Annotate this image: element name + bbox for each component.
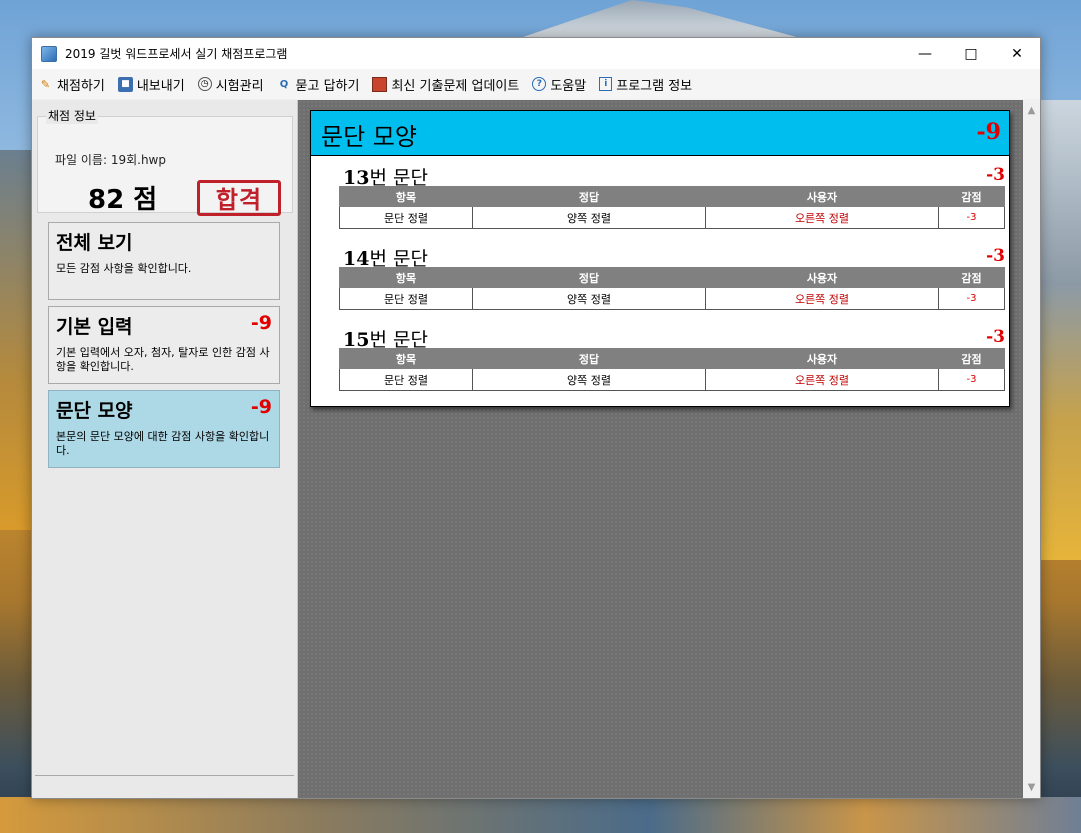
card-overview[interactable]: 전체 보기 모든 감점 사항을 확인합니다.	[48, 222, 280, 300]
table-header-row: 항목 정답 사용자 감점	[339, 186, 1005, 207]
help-icon: ?	[532, 77, 547, 91]
header-answer: 정답	[472, 186, 706, 207]
toolbar-label: 묻고 답하기	[295, 78, 360, 94]
clock-icon: ◷	[197, 77, 212, 91]
header-user: 사용자	[705, 186, 939, 207]
desktop-wallpaper-right	[1039, 100, 1081, 560]
toolbar-exam-manage-button[interactable]: ◷ 시험관리	[197, 75, 264, 94]
desktop-wallpaper-lake	[0, 797, 1081, 833]
toolbar-help-button[interactable]: ? 도움말	[532, 75, 586, 94]
header-item: 항목	[339, 267, 473, 288]
close-button[interactable]: ✕	[994, 38, 1040, 69]
toolbar: ✎ 채점하기 ■ 내보내기 ◷ 시험관리 Q 묻고 답하기 최신 기출문제 업데…	[32, 69, 1040, 99]
card-description: 본문의 문단 모양에 대한 감점 사항을 확인합니다.	[56, 430, 270, 457]
toolbar-info-button[interactable]: i 프로그램 정보	[599, 75, 692, 94]
toolbar-label: 채점하기	[57, 78, 105, 94]
cell-user: 오른쪽 정렬	[705, 368, 939, 391]
score-value: 82 점	[88, 185, 158, 215]
card-description: 모든 감점 사항을 확인합니다.	[56, 262, 192, 275]
table-row: 문단 정렬 양쪽 정렬 오른쪽 정렬 -3	[339, 287, 1005, 310]
vertical-scrollbar[interactable]: ▲ ▼	[1023, 100, 1040, 798]
cell-answer: 양쪽 정렬	[472, 206, 706, 229]
grade-info-group: 파일 이름: 19회.hwp 82 점 합격	[37, 116, 293, 216]
card-title: 전체 보기	[56, 232, 133, 254]
sidebar: 파일 이름: 19회.hwp 82 점 합격 채점 정보 전체 보기 모든 감점…	[32, 100, 298, 798]
toolbar-label: 시험관리	[215, 78, 264, 94]
cell-item: 문단 정렬	[339, 368, 473, 391]
section-points: -3	[986, 327, 1005, 347]
cell-answer: 양쪽 정렬	[472, 368, 706, 391]
title-bar[interactable]: 2019 길벗 워드프로세서 실기 채점프로그램 — □ ✕	[32, 38, 1040, 69]
scroll-down-icon[interactable]: ▼	[1023, 779, 1040, 796]
cell-deduct: -3	[938, 206, 1005, 229]
cell-deduct: -3	[938, 368, 1005, 391]
header-answer: 정답	[472, 348, 706, 369]
panel-title: 문단 모양	[321, 123, 417, 151]
maximize-button[interactable]: □	[948, 38, 994, 69]
gift-icon	[372, 76, 388, 92]
toolbar-qa-button[interactable]: Q 묻고 답하기	[277, 75, 360, 94]
panel-header: 문단 모양 -9	[311, 111, 1009, 156]
table-row: 문단 정렬 양쪽 정렬 오른쪽 정렬 -3	[339, 368, 1005, 391]
card-points: -9	[250, 396, 272, 418]
cell-item: 문단 정렬	[339, 206, 473, 229]
app-window: 2019 길벗 워드프로세서 실기 채점프로그램 — □ ✕ ✎ 채점하기 ■ …	[31, 37, 1041, 799]
card-title: 문단 모양	[56, 400, 133, 422]
pass-stamp: 합격	[197, 180, 281, 216]
panel-points: -9	[976, 119, 1001, 145]
deduction-table: 항목 정답 사용자 감점 문단 정렬 양쪽 정렬 오른쪽 정렬 -3	[339, 267, 1005, 310]
deduction-table: 항목 정답 사용자 감점 문단 정렬 양쪽 정렬 오른쪽 정렬 -3	[339, 348, 1005, 391]
toolbar-export-button[interactable]: ■ 내보내기	[117, 75, 185, 94]
save-icon: ■	[117, 76, 133, 92]
app-icon	[41, 45, 57, 62]
card-basic-input[interactable]: 기본 입력 -9 기본 입력에서 오자, 첨자, 탈자로 인한 감점 사항을 확…	[48, 306, 280, 384]
qa-icon: Q	[279, 78, 289, 90]
table-row: 문단 정렬 양쪽 정렬 오른쪽 정렬 -3	[339, 206, 1005, 229]
minimize-button[interactable]: —	[902, 38, 948, 69]
header-item: 항목	[339, 348, 473, 369]
toolbar-grade-button[interactable]: ✎ 채점하기	[38, 75, 105, 94]
deduction-table: 항목 정답 사용자 감점 문단 정렬 양쪽 정렬 오른쪽 정렬 -3	[339, 186, 1005, 229]
toolbar-update-button[interactable]: 최신 기출문제 업데이트	[372, 75, 519, 94]
cell-deduct: -3	[938, 287, 1005, 310]
info-icon: i	[599, 77, 613, 91]
card-title: 기본 입력	[56, 316, 133, 338]
header-user: 사용자	[705, 348, 939, 369]
header-deduct: 감점	[938, 348, 1005, 369]
toolbar-label: 최신 기출문제 업데이트	[391, 78, 520, 94]
toolbar-label: 프로그램 정보	[616, 78, 693, 94]
cell-answer: 양쪽 정렬	[472, 287, 706, 310]
table-header-row: 항목 정답 사용자 감점	[339, 267, 1005, 288]
window-title: 2019 길벗 워드프로세서 실기 채점프로그램	[65, 47, 288, 61]
toolbar-label: 내보내기	[136, 78, 185, 94]
scroll-up-icon[interactable]: ▲	[1023, 102, 1040, 119]
card-description: 기본 입력에서 오자, 첨자, 탈자로 인한 감점 사항을 확인합니다.	[56, 346, 270, 373]
cell-item: 문단 정렬	[339, 287, 473, 310]
desktop-wallpaper-left	[0, 150, 34, 530]
toolbar-label: 도움말	[550, 78, 587, 94]
file-name: 파일 이름: 19회.hwp	[55, 153, 166, 167]
cell-user: 오른쪽 정렬	[705, 206, 939, 229]
card-paragraph-shape[interactable]: 문단 모양 -9 본문의 문단 모양에 대한 감점 사항을 확인합니다.	[48, 390, 280, 468]
header-item: 항목	[339, 186, 473, 207]
content-area: 문단 모양 -9 13번 문단 -3 항목 정답 사용자 감점 문단 정렬 양쪽…	[298, 100, 1023, 798]
header-deduct: 감점	[938, 267, 1005, 288]
sidebar-divider	[35, 775, 294, 776]
header-answer: 정답	[472, 267, 706, 288]
group-label: 채점 정보	[46, 107, 98, 124]
result-panel: 문단 모양 -9 13번 문단 -3 항목 정답 사용자 감점 문단 정렬 양쪽…	[310, 110, 1010, 407]
mountain-peak	[520, 0, 800, 38]
card-points: -9	[250, 312, 272, 334]
section-points: -3	[986, 246, 1005, 266]
pencil-icon: ✎	[40, 77, 51, 91]
header-user: 사용자	[705, 267, 939, 288]
cell-user: 오른쪽 정렬	[705, 287, 939, 310]
section-points: -3	[986, 165, 1005, 185]
header-deduct: 감점	[938, 186, 1005, 207]
table-header-row: 항목 정답 사용자 감점	[339, 348, 1005, 369]
